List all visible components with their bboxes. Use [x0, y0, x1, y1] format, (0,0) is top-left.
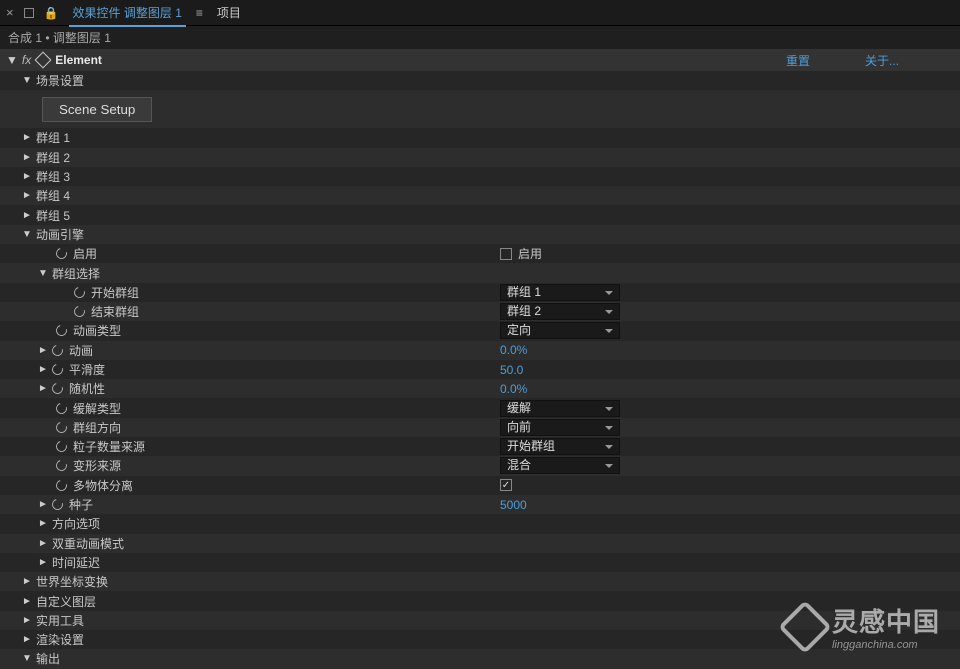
- stopwatch-icon[interactable]: [54, 439, 69, 454]
- row-utilities[interactable]: ►实用工具: [0, 611, 960, 630]
- twirl-right-icon[interactable]: ►: [22, 576, 32, 587]
- stopwatch-icon[interactable]: [50, 362, 65, 377]
- particle-count-select[interactable]: 开始群组: [500, 438, 620, 455]
- twirl-right-icon[interactable]: ►: [38, 364, 48, 375]
- tab-effect-controls[interactable]: 效果控件 调整图层 1: [69, 4, 186, 27]
- row-smoothness: ►平滑度 50.0: [0, 360, 960, 379]
- panel-tab-bar: × 🔒 效果控件 调整图层 1 ≡ 项目: [0, 0, 960, 26]
- twirl-right-icon[interactable]: ►: [22, 171, 32, 182]
- row-group-4[interactable]: ►群组 4: [0, 186, 960, 205]
- lock-icon[interactable]: 🔒: [44, 6, 59, 20]
- twirl-right-icon[interactable]: ►: [22, 152, 32, 163]
- twirl-down-icon[interactable]: ▼: [22, 75, 32, 86]
- tab-project[interactable]: 项目: [213, 4, 245, 21]
- effect-name: Element: [55, 53, 102, 67]
- row-group-3[interactable]: ►群组 3: [0, 167, 960, 186]
- row-group-1[interactable]: ►群组 1: [0, 128, 960, 147]
- twirl-right-icon[interactable]: ►: [38, 538, 48, 549]
- twirl-right-icon[interactable]: ►: [22, 190, 32, 201]
- about-link[interactable]: 关于...: [865, 52, 899, 69]
- row-group-2[interactable]: ►群组 2: [0, 148, 960, 167]
- fx-badge[interactable]: fx: [22, 53, 31, 67]
- effect-twirl-icon[interactable]: ▼: [6, 53, 18, 67]
- stopwatch-icon[interactable]: [50, 381, 65, 396]
- twirl-right-icon[interactable]: ►: [22, 210, 32, 221]
- row-group-select[interactable]: ▼群组选择: [0, 263, 960, 282]
- row-scene-setup: Scene Setup: [0, 90, 960, 128]
- row-world-transform[interactable]: ►世界坐标变换: [0, 572, 960, 591]
- row-output[interactable]: ▼输出: [0, 649, 960, 668]
- element-cube-icon: [35, 52, 52, 69]
- stopwatch-icon[interactable]: [54, 323, 69, 338]
- twirl-right-icon[interactable]: ►: [38, 499, 48, 510]
- stopwatch-icon[interactable]: [54, 458, 69, 473]
- ease-type-select[interactable]: 缓解: [500, 400, 620, 417]
- anim-type-select[interactable]: 定向: [500, 322, 620, 339]
- twirl-right-icon[interactable]: ►: [38, 383, 48, 394]
- multi-separate-checkbox[interactable]: ✓: [500, 479, 512, 491]
- smoothness-value[interactable]: 50.0: [500, 363, 523, 377]
- row-direction-options[interactable]: ►方向选项: [0, 514, 960, 533]
- scene-setup-button[interactable]: Scene Setup: [42, 97, 152, 122]
- close-icon[interactable]: ×: [6, 5, 14, 20]
- twirl-right-icon[interactable]: ►: [22, 132, 32, 143]
- group-direction-select[interactable]: 向前: [500, 419, 620, 436]
- stopwatch-icon[interactable]: [54, 478, 69, 493]
- deform-source-select[interactable]: 混合: [500, 457, 620, 474]
- enable-checkbox[interactable]: [500, 248, 512, 260]
- row-render-settings[interactable]: ►渲染设置: [0, 630, 960, 649]
- row-custom-layers[interactable]: ►自定义图层: [0, 591, 960, 610]
- row-group-direction: 群组方向 向前: [0, 418, 960, 437]
- row-animation: ►动画 0.0%: [0, 341, 960, 360]
- reset-link[interactable]: 重置: [786, 52, 810, 69]
- end-group-select[interactable]: 群组 2: [500, 303, 620, 320]
- row-scene-settings[interactable]: ▼场景设置: [0, 71, 960, 90]
- stopwatch-icon[interactable]: [54, 246, 69, 261]
- row-end-group: 结束群组 群组 2: [0, 302, 960, 321]
- row-animation-engine[interactable]: ▼动画引擎: [0, 225, 960, 244]
- row-dual-anim-mode[interactable]: ►双重动画模式: [0, 534, 960, 553]
- row-time-delay[interactable]: ►时间延迟: [0, 553, 960, 572]
- seed-value[interactable]: 5000: [500, 498, 527, 512]
- panel-square-icon[interactable]: [24, 8, 34, 18]
- breadcrumb: 合成 1 • 调整图层 1: [0, 26, 960, 49]
- row-seed: ►种子 5000: [0, 495, 960, 514]
- stopwatch-icon[interactable]: [50, 497, 65, 512]
- twirl-right-icon[interactable]: ►: [38, 345, 48, 356]
- stopwatch-icon[interactable]: [72, 285, 87, 300]
- stopwatch-icon[interactable]: [72, 304, 87, 319]
- randomness-value[interactable]: 0.0%: [500, 382, 527, 396]
- effect-header: ▼ fx Element 重置 关于...: [0, 49, 960, 71]
- properties-tree: ▼场景设置 Scene Setup ►群组 1 ►群组 2 ►群组 3 ►群组 …: [0, 71, 960, 669]
- twirl-right-icon[interactable]: ►: [22, 596, 32, 607]
- stopwatch-icon[interactable]: [54, 401, 69, 416]
- twirl-right-icon[interactable]: ►: [38, 518, 48, 529]
- row-group-5[interactable]: ►群组 5: [0, 205, 960, 224]
- twirl-right-icon[interactable]: ►: [22, 615, 32, 626]
- twirl-right-icon[interactable]: ►: [38, 557, 48, 568]
- row-deform-source: 变形来源 混合: [0, 456, 960, 475]
- twirl-right-icon[interactable]: ►: [22, 634, 32, 645]
- row-multi-separate: 多物体分离 ✓: [0, 476, 960, 495]
- row-randomness: ►随机性 0.0%: [0, 379, 960, 398]
- stopwatch-icon[interactable]: [54, 420, 69, 435]
- twirl-down-icon[interactable]: ▼: [22, 229, 32, 240]
- start-group-select[interactable]: 群组 1: [500, 284, 620, 301]
- row-anim-type: 动画类型 定向: [0, 321, 960, 340]
- enable-checkbox-label: 启用: [518, 245, 542, 262]
- row-start-group: 开始群组 群组 1: [0, 283, 960, 302]
- animation-value[interactable]: 0.0%: [500, 343, 527, 357]
- row-particle-count-source: 粒子数量来源 开始群组: [0, 437, 960, 456]
- twirl-down-icon[interactable]: ▼: [38, 268, 48, 279]
- row-enable: 启用 启用: [0, 244, 960, 263]
- stopwatch-icon[interactable]: [50, 343, 65, 358]
- row-ease-type: 缓解类型 缓解: [0, 398, 960, 417]
- twirl-down-icon[interactable]: ▼: [22, 653, 32, 664]
- tab-menu-icon[interactable]: ≡: [196, 6, 203, 20]
